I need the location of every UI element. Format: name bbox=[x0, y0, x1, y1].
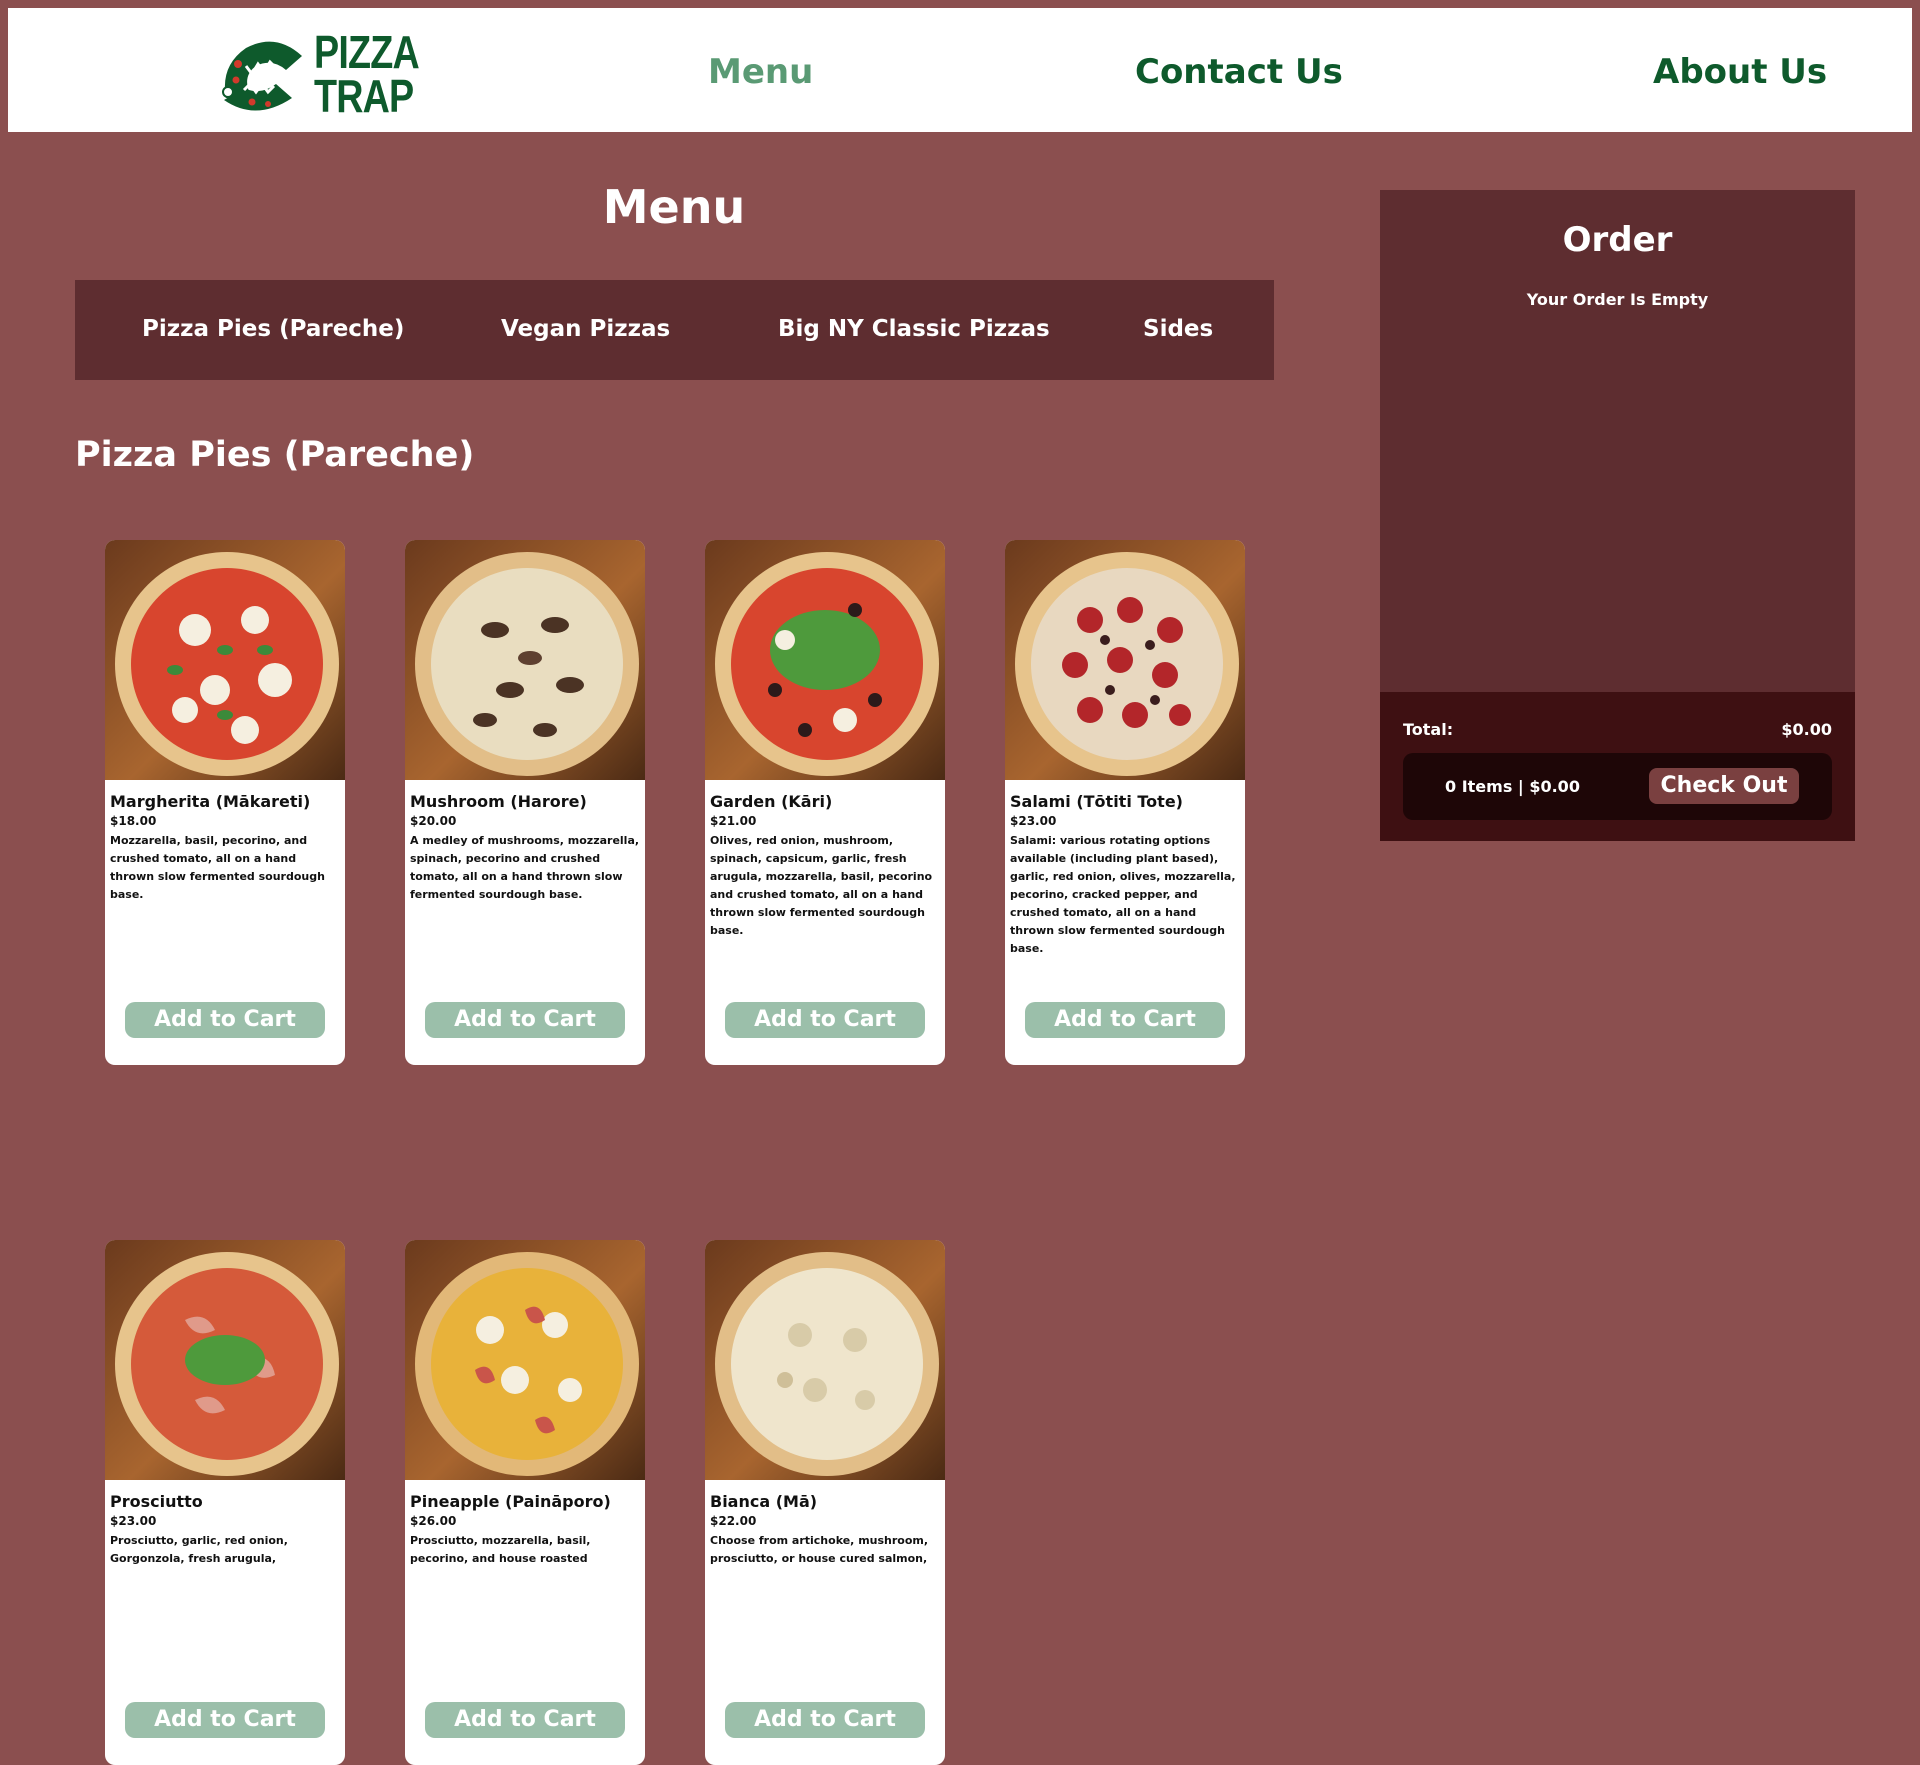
logo-text-line1: PIZZA bbox=[314, 26, 420, 78]
checkout-bar: 0 Items | $0.00 Check Out bbox=[1403, 753, 1832, 820]
add-to-cart-button[interactable]: Add to Cart bbox=[425, 1002, 625, 1038]
order-summary: 0 Items | $0.00 bbox=[1445, 777, 1580, 796]
site-header: PIZZA TRAP Menu Contact Us About Us bbox=[8, 8, 1912, 132]
item-price: $20.00 bbox=[410, 814, 457, 828]
nav-contact-link[interactable]: Contact Us bbox=[1135, 52, 1343, 92]
item-name: Margherita (Mākareti) bbox=[110, 792, 311, 811]
item-description: Prosciutto, garlic, red onion, Gorgonzol… bbox=[110, 1534, 288, 1565]
add-to-cart-button[interactable]: Add to Cart bbox=[125, 1702, 325, 1738]
tab-big-ny-classic-pizzas[interactable]: Big NY Classic Pizzas bbox=[778, 316, 1050, 342]
item-description: Olives, red onion, mushroom, spinach, ca… bbox=[710, 834, 933, 937]
checkout-button[interactable]: Check Out bbox=[1649, 768, 1799, 804]
logo-text: PIZZA TRAP bbox=[314, 26, 420, 122]
order-title: Order bbox=[1562, 220, 1673, 260]
add-to-cart-button[interactable]: Add to Cart bbox=[1025, 1002, 1225, 1038]
menu-item-card: Salami (Tōtiti Tote) $23.00 Salami: vari… bbox=[1005, 540, 1245, 1065]
total-label: Total: bbox=[1403, 720, 1454, 739]
add-to-cart-button[interactable]: Add to Cart bbox=[125, 1002, 325, 1038]
garden-pizza-image bbox=[705, 540, 945, 780]
add-to-cart-button[interactable]: Add to Cart bbox=[725, 1002, 925, 1038]
prosciutto-pizza-image bbox=[105, 1240, 345, 1480]
menu-item-card: Bianca (Mā) $22.00 Choose from artichoke… bbox=[705, 1240, 945, 1765]
page-title: Menu bbox=[602, 180, 746, 234]
item-price: $18.00 bbox=[110, 814, 157, 828]
menu-item-card: Margherita (Mākareti) $18.00 Mozzarella,… bbox=[105, 540, 345, 1065]
pineapple-pizza-image bbox=[405, 1240, 645, 1480]
item-name: Garden (Kāri) bbox=[710, 792, 833, 811]
item-name: Pineapple (Paināporo) bbox=[410, 1492, 611, 1511]
item-description: A medley of mushrooms, mozzarella, spina… bbox=[410, 834, 640, 901]
item-name: Bianca (Mā) bbox=[710, 1492, 818, 1511]
item-price: $22.00 bbox=[710, 1514, 757, 1528]
total-value: $0.00 bbox=[1781, 720, 1832, 739]
nav-menu-link[interactable]: Menu bbox=[708, 52, 813, 92]
menu-item-card: Garden (Kāri) $21.00 Olives, red onion, … bbox=[705, 540, 945, 1065]
item-price: $23.00 bbox=[1010, 814, 1057, 828]
item-description: Choose from artichoke, mushroom, prosciu… bbox=[710, 1534, 929, 1565]
order-empty-message: Your Order Is Empty bbox=[1526, 290, 1709, 309]
item-description: Mozzarella, basil, pecorino, and crushed… bbox=[110, 834, 325, 901]
logo-text-line2: TRAP bbox=[314, 70, 414, 122]
tab-vegan-pizzas[interactable]: Vegan Pizzas bbox=[501, 316, 670, 342]
pizza-trap-logo-icon bbox=[222, 41, 302, 111]
tab-pizza-pies[interactable]: Pizza Pies (Pareche) bbox=[142, 316, 404, 342]
item-description: Salami: various rotating options availab… bbox=[1010, 834, 1236, 955]
bianca-pizza-image bbox=[705, 1240, 945, 1480]
add-to-cart-button[interactable]: Add to Cart bbox=[425, 1702, 625, 1738]
item-description: Prosciutto, mozzarella, basil, pecorino,… bbox=[410, 1534, 591, 1565]
mushroom-pizza-image bbox=[405, 540, 645, 780]
menu-item-card: Mushroom (Harore) $20.00 A medley of mus… bbox=[405, 540, 645, 1065]
item-name: Mushroom (Harore) bbox=[410, 792, 587, 811]
tab-sides[interactable]: Sides bbox=[1143, 316, 1213, 342]
pizza-trap-logo[interactable]: PIZZA TRAP bbox=[216, 26, 426, 126]
salami-pizza-image bbox=[1005, 540, 1245, 780]
menu-item-card: Pineapple (Paināporo) $26.00 Prosciutto,… bbox=[405, 1240, 645, 1765]
category-tabs: Pizza Pies (Pareche) Vegan Pizzas Big NY… bbox=[75, 280, 1274, 380]
margherita-pizza-image bbox=[105, 540, 345, 780]
menu-item-card: Prosciutto $23.00 Prosciutto, garlic, re… bbox=[105, 1240, 345, 1765]
item-price: $26.00 bbox=[410, 1514, 457, 1528]
item-price: $21.00 bbox=[710, 814, 757, 828]
item-price: $23.00 bbox=[110, 1514, 157, 1528]
nav-about-link[interactable]: About Us bbox=[1653, 52, 1827, 92]
item-name: Prosciutto bbox=[110, 1492, 203, 1511]
add-to-cart-button[interactable]: Add to Cart bbox=[725, 1702, 925, 1738]
section-title: Pizza Pies (Pareche) bbox=[75, 435, 475, 475]
order-panel: Order Your Order Is Empty Total: $0.00 0… bbox=[1380, 190, 1855, 841]
order-footer: Total: $0.00 0 Items | $0.00 Check Out bbox=[1380, 692, 1855, 841]
item-name: Salami (Tōtiti Tote) bbox=[1010, 792, 1183, 811]
